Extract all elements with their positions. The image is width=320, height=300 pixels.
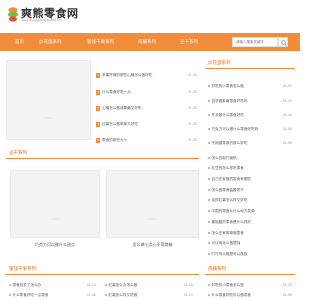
list-date: 01-20	[283, 99, 292, 103]
list-date: 01-25	[188, 90, 197, 94]
bullet-icon	[208, 100, 210, 102]
bullet-icon	[208, 253, 210, 255]
top-list-item[interactable]: 1 苹果杆辣的那些山楂怎么做好吃	[96, 71, 152, 80]
panel-list-item[interactable]: 怎么在家简单做零食	[208, 229, 244, 238]
panel-list-item[interactable]: 好吃的小零食怎么做	[208, 82, 244, 91]
section-title: 豆干系列	[6, 148, 199, 159]
list-number-badge: 4	[96, 121, 100, 127]
panel-list-item[interactable]: 自学做紫薯零食好吃吗	[208, 97, 247, 106]
panel-list-item[interactable]: 巧克力可以做什么零食好吃吗	[208, 125, 258, 134]
list-date: 01-06	[283, 141, 292, 145]
bullet-icon	[208, 167, 210, 169]
list-number-badge: 5	[96, 137, 100, 143]
bullet-icon	[208, 284, 210, 286]
bottom-list-item[interactable]: 红薯怎么样又好做	[105, 291, 137, 300]
bottom-list-item[interactable]: 好吃的小零食怎么做	[208, 281, 244, 290]
list-date: 01-08	[283, 293, 292, 297]
panel-list-item[interactable]: 油炸红薯怎么样又好吃	[208, 196, 247, 205]
list-date: 01-16	[283, 113, 292, 117]
list-date: 01-06	[283, 127, 292, 131]
bullet-icon	[208, 128, 210, 130]
panel-list-item[interactable]: 怎么自制打面机。	[208, 154, 240, 163]
list-date: 01-18	[184, 283, 193, 287]
section-title: 蜜饯干果系列	[6, 264, 199, 275]
bullet-icon	[9, 284, 11, 286]
panel-list-item[interactable]: 冬天做什么零食好吃	[208, 111, 244, 120]
bullet-icon	[105, 294, 107, 296]
list-date: 01-08	[87, 293, 96, 297]
bullet-icon	[208, 157, 210, 159]
thumbnail-watermark: LOGO	[50, 217, 60, 222]
list-date: 01-25	[188, 138, 197, 142]
bullet-icon	[208, 294, 210, 296]
bullet-icon	[9, 294, 11, 296]
panel-list-item[interactable]: 最饱腹的零食是什么样好	[208, 218, 251, 227]
list-number-badge: 1	[96, 72, 100, 78]
list-date: 01-23	[184, 293, 193, 297]
bullet-icon	[208, 85, 210, 87]
list-number-badge: 3	[96, 105, 100, 111]
top-list-item[interactable]: 3 山楂怎么做成果酱又好吃	[96, 104, 142, 113]
nav-category-4[interactable]: 豆干系列	[180, 33, 198, 51]
nav-category-1[interactable]: 炒花蛋系列	[39, 33, 62, 51]
bullet-icon	[208, 142, 210, 144]
bullet-icon	[208, 178, 210, 180]
top-list-item[interactable]: 5 零食的那些大小	[96, 136, 127, 145]
bullet-icon	[208, 189, 210, 191]
list-date: 01-13	[87, 283, 96, 287]
bullet-icon	[208, 242, 210, 244]
site-url: www.shuangxiongling365.com	[22, 18, 63, 22]
panel-list-item[interactable]: 自己在家做的零食有哪些	[208, 175, 251, 184]
site-header: 爽熊零食网 www.shuangxiongling365.com	[0, 0, 300, 30]
article-caption[interactable]: 巧克力可以做什么甜点	[10, 242, 100, 248]
section-title: 肉脯系列	[205, 264, 295, 275]
bullet-icon	[105, 284, 107, 286]
bullet-icon	[208, 199, 210, 201]
thumbnail-watermark: LOGO	[148, 217, 157, 222]
featured-thumbnail[interactable]: LOGO	[6, 60, 91, 140]
bullet-icon	[208, 114, 210, 116]
list-number-badge: 2	[96, 89, 100, 95]
search-input[interactable]	[232, 37, 278, 47]
panel-title: 炒花蛋系列	[205, 58, 295, 69]
panel-list-item[interactable]: 叮叮剂以锻麼可以做饭	[208, 250, 247, 259]
list-date: 01-25	[188, 106, 197, 110]
bottom-list-item[interactable]: 零食批发了怎么办	[9, 281, 41, 290]
top-list-item[interactable]: 2 什么零食好吃一点	[96, 88, 131, 97]
search-icon	[281, 40, 287, 46]
article-thumbnail[interactable]: LOGO	[106, 170, 199, 238]
panel-list-item[interactable]: 中国的零食从什么地方发源	[208, 207, 255, 216]
bullet-icon	[208, 210, 210, 212]
panel-list-item[interactable]: 不用做零食的那么好吃	[208, 139, 247, 148]
list-date: 01-28	[283, 283, 292, 287]
bottom-list-item[interactable]: 什么零食好吃可以做零食	[208, 291, 251, 300]
nav-category-2[interactable]: 蜜饯干果系列	[87, 33, 114, 51]
bottom-list-item[interactable]: 什么零食好吃一点零食	[9, 291, 48, 300]
bottom-list-item[interactable]: 红薯怎么办怎么做	[105, 281, 137, 290]
panel-list-item[interactable]: 可以用玩么做馄饨	[208, 239, 240, 248]
list-date: 01-25	[188, 122, 197, 126]
nav-home[interactable]: 首页	[15, 33, 24, 51]
thumbnail-watermark: LOGO	[44, 116, 53, 121]
list-date: 01-03	[283, 84, 292, 88]
top-list-item[interactable]: 4 红薯怎么做简单又好吃	[96, 120, 138, 129]
nav-category-3[interactable]: 肉脯系列	[138, 33, 156, 51]
bullet-icon	[208, 221, 210, 223]
logo-icon[interactable]	[7, 6, 19, 22]
panel-list-item[interactable]: 红豆的怎么样吃零食	[208, 164, 244, 173]
list-date: 01-25	[188, 73, 197, 77]
panel-list-item[interactable]: 怎么做零食盐酸饼干	[208, 186, 244, 195]
article-caption[interactable]: 怎么做小点心不用烤箱	[106, 242, 199, 248]
search-button[interactable]	[278, 37, 288, 47]
article-thumbnail[interactable]: LOGO	[10, 170, 100, 238]
main-nav: 首页 炒花蛋系列 蜜饯干果系列 肉脯系列 豆干系列	[0, 33, 300, 51]
bullet-icon	[208, 232, 210, 234]
